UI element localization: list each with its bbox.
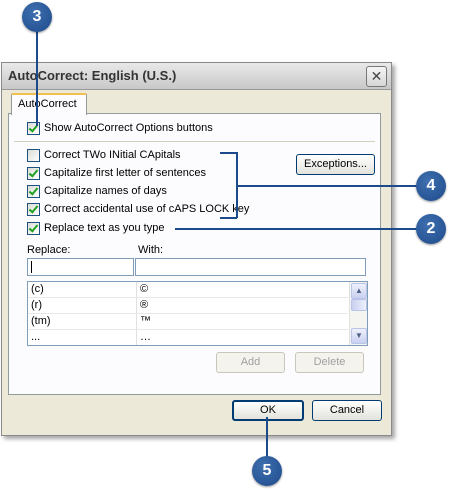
entry-with: ©: [140, 283, 149, 295]
scroll-up-arrow-icon[interactable]: ▲: [351, 283, 367, 299]
entry-replace: ...: [31, 331, 41, 343]
with-label: With:: [138, 244, 164, 256]
list-row[interactable]: (r) ®: [28, 298, 348, 314]
replace-input[interactable]: [27, 258, 134, 276]
with-input[interactable]: [135, 258, 366, 276]
replace-label: Replace:: [27, 244, 71, 256]
close-icon: ✕: [370, 68, 383, 84]
list-row[interactable]: (c) ©: [28, 282, 348, 298]
scroll-down-arrow-icon[interactable]: ▼: [351, 328, 367, 344]
callout-4-bracket-bottom: [220, 217, 237, 219]
checkbox-box: [27, 149, 40, 162]
entry-with: ®: [140, 299, 149, 311]
delete-button[interactable]: Delete: [295, 352, 364, 373]
callout-3-line: [36, 30, 38, 126]
list-row[interactable]: (tm) ™: [28, 314, 348, 330]
callout-4-line: [237, 185, 417, 187]
checkbox-box: [27, 167, 40, 180]
autocorrect-entries-list[interactable]: (c) © (r) ® (tm) ™ ... … ▲ ▼: [27, 281, 368, 346]
list-scrollbar[interactable]: ▲ ▼: [349, 282, 367, 345]
add-button[interactable]: Add: [216, 352, 285, 373]
checkbox-label: Replace text as you type: [44, 222, 165, 234]
callout-4-bracket-top: [220, 152, 237, 154]
close-button[interactable]: ✕: [366, 66, 387, 87]
exceptions-button[interactable]: Exceptions...: [296, 154, 375, 175]
text-caret: [31, 261, 32, 273]
checkbox-label: Show AutoCorrect Options buttons: [44, 122, 213, 134]
callout-2: 2: [416, 214, 446, 244]
tab-autocorrect[interactable]: AutoCorrect: [11, 93, 87, 115]
callout-4: 4: [416, 171, 446, 201]
ok-button[interactable]: OK: [232, 400, 304, 421]
checkbox-label: Capitalize names of days: [44, 185, 167, 197]
entry-replace: (r): [31, 299, 42, 311]
list-row[interactable]: ... …: [28, 330, 348, 345]
callout-3: 3: [22, 2, 52, 32]
checkbox-box: [27, 122, 40, 135]
checkbox-label: Correct accidental use of cAPS LOCK key: [44, 203, 250, 215]
scroll-thumb[interactable]: [351, 299, 367, 311]
checkbox-box: [27, 185, 40, 198]
checkbox-box: [27, 222, 40, 235]
separator: [14, 141, 375, 142]
callout-5: 5: [252, 456, 282, 486]
callout-2-line: [175, 228, 417, 230]
dialog-title: AutoCorrect: English (U.S.): [8, 68, 177, 83]
entry-with: …: [140, 331, 151, 343]
callout-5-line: [266, 417, 268, 457]
entry-replace: (c): [31, 283, 44, 295]
checkbox-label: Correct TWo INitial CApitals: [44, 149, 181, 161]
entry-replace: (tm): [31, 315, 51, 327]
title-bar: AutoCorrect: English (U.S.) ✕: [2, 63, 391, 90]
cancel-button[interactable]: Cancel: [312, 400, 382, 421]
checkbox-label: Capitalize first letter of sentences: [44, 167, 207, 179]
checkbox-box: [27, 203, 40, 216]
entry-with: ™: [140, 315, 151, 327]
tab-label: AutoCorrect: [18, 98, 77, 110]
